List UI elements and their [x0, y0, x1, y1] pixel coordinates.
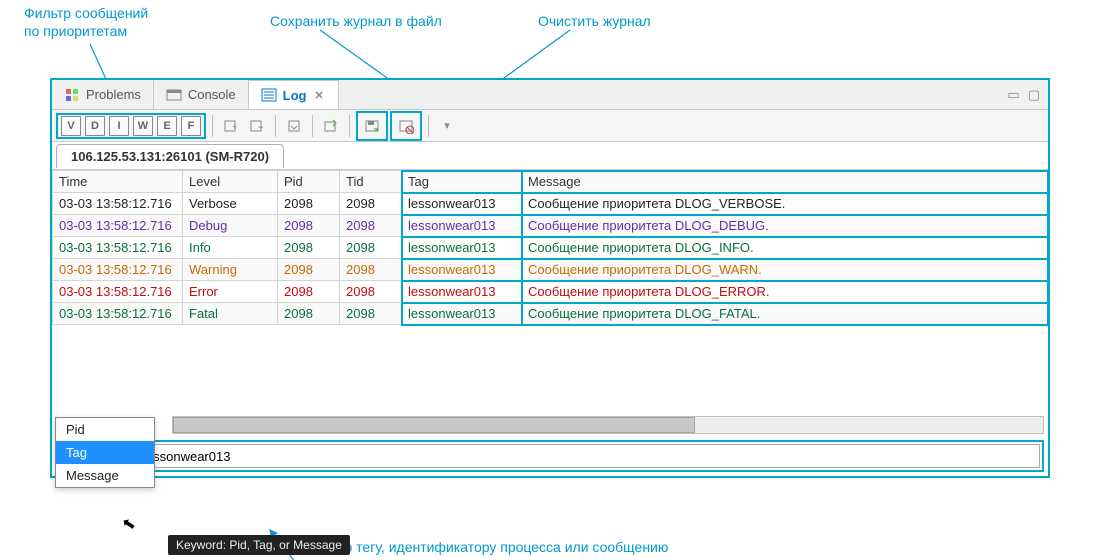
filter-info-button[interactable]: I [109, 116, 129, 136]
horizontal-scrollbar[interactable] [172, 416, 1044, 434]
svg-text:−: − [258, 122, 263, 132]
cell-time: 03-03 13:58:12.716 [53, 237, 183, 259]
log-table-header-row: Time Level Pid Tid Tag Message [53, 171, 1048, 193]
scroll-lock-button[interactable] [282, 114, 306, 138]
svg-text:+: + [232, 122, 237, 132]
cell-time: 03-03 13:58:12.716 [53, 303, 183, 325]
cell-time: 03-03 13:58:12.716 [53, 281, 183, 303]
cell-tag: lessonwear013 [402, 303, 522, 325]
cell-pid: 2098 [278, 237, 340, 259]
cell-tag: lessonwear013 [402, 215, 522, 237]
dropdown-item-tag[interactable]: Tag [56, 441, 154, 464]
cell-pid: 2098 [278, 193, 340, 215]
tab-console[interactable]: Console [154, 80, 249, 109]
problems-icon [64, 87, 80, 103]
cell-pid: 2098 [278, 281, 340, 303]
tab-log[interactable]: Log ✕ [249, 80, 339, 109]
cell-level: Error [183, 281, 278, 303]
cell-tag: lessonwear013 [402, 193, 522, 215]
cell-tid: 2098 [340, 259, 402, 281]
col-tag[interactable]: Tag [402, 171, 522, 193]
filter-warning-button[interactable]: W [133, 116, 153, 136]
filter-error-button[interactable]: E [157, 116, 177, 136]
priority-filter-group: V D I W E F [56, 113, 206, 139]
tab-console-label: Console [188, 87, 236, 102]
cell-tid: 2098 [340, 237, 402, 259]
cell-msg: Сообщение приоритета DLOG_INFO. [522, 237, 1048, 259]
console-icon [166, 87, 182, 103]
log-icon [261, 87, 277, 103]
cell-time: 03-03 13:58:12.716 [53, 259, 183, 281]
log-table: Time Level Pid Tid Tag Message 03-03 13:… [52, 170, 1048, 325]
tab-problems-label: Problems [86, 87, 141, 102]
col-time[interactable]: Time [53, 171, 183, 193]
cell-msg: Сообщение приоритета DLOG_ERROR. [522, 281, 1048, 303]
cell-tid: 2098 [340, 303, 402, 325]
filter-verbose-button[interactable]: V [61, 116, 81, 136]
cell-time: 03-03 13:58:12.716 [53, 215, 183, 237]
maximize-icon[interactable]: ▢ [1028, 87, 1040, 103]
view-menu-button[interactable]: ▾ [435, 114, 459, 138]
cell-level: Debug [183, 215, 278, 237]
tab-problems[interactable]: Problems [52, 80, 154, 109]
cell-tag: lessonwear013 [402, 237, 522, 259]
cell-tag: lessonwear013 [402, 259, 522, 281]
cell-pid: 2098 [278, 259, 340, 281]
col-message[interactable]: Message [522, 171, 1048, 193]
device-tab[interactable]: 106.125.53.131:26101 (SM-R720) [56, 144, 284, 169]
filter-keyword-input[interactable] [136, 444, 1040, 468]
cell-tag: lessonwear013 [402, 281, 522, 303]
filter-fatal-button[interactable]: F [181, 116, 201, 136]
cell-msg: Сообщение приоритета DLOG_FATAL. [522, 303, 1048, 325]
save-log-button[interactable] [360, 114, 384, 138]
table-row[interactable]: 03-03 13:58:12.716Fatal20982098lessonwea… [53, 303, 1048, 325]
cell-msg: Сообщение приоритета DLOG_VERBOSE. [522, 193, 1048, 215]
cell-msg: Сообщение приоритета DLOG_WARN. [522, 259, 1048, 281]
cell-tid: 2098 [340, 281, 402, 303]
minimize-icon[interactable]: ▭ [1007, 87, 1019, 103]
add-tab-button[interactable]: + [219, 114, 243, 138]
col-pid[interactable]: Pid [278, 171, 340, 193]
cell-level: Verbose [183, 193, 278, 215]
export-button[interactable] [319, 114, 343, 138]
dropdown-item-pid[interactable]: Pid [56, 418, 154, 441]
col-tid[interactable]: Tid [340, 171, 402, 193]
filter-tooltip: Keyword: Pid, Tag, or Message [168, 535, 350, 555]
log-table-area: Time Level Pid Tid Tag Message 03-03 13:… [52, 170, 1048, 398]
filter-field-dropdown: Pid Tag Message [55, 417, 155, 488]
cell-tid: 2098 [340, 193, 402, 215]
log-toolbar: V D I W E F + − ▾ [52, 110, 1048, 142]
device-tab-bar: 106.125.53.131:26101 (SM-R720) [52, 142, 1048, 170]
table-row[interactable]: 03-03 13:58:12.716Warning20982098lessonw… [53, 259, 1048, 281]
log-view-panel: Problems Console Log ✕ ▭ ▢ V D I W E F +… [50, 78, 1050, 478]
close-icon[interactable]: ✕ [312, 89, 325, 102]
table-row[interactable]: 03-03 13:58:12.716Debug20982098lessonwea… [53, 215, 1048, 237]
filter-bar: Tag ▾ [56, 440, 1044, 472]
save-log-button-box [356, 111, 388, 141]
cell-msg: Сообщение приоритета DLOG_DEBUG. [522, 215, 1048, 237]
cell-tid: 2098 [340, 215, 402, 237]
table-row[interactable]: 03-03 13:58:12.716Verbose20982098lessonw… [53, 193, 1048, 215]
remove-tab-button[interactable]: − [245, 114, 269, 138]
table-row[interactable]: 03-03 13:58:12.716Info20982098lessonwear… [53, 237, 1048, 259]
cell-level: Fatal [183, 303, 278, 325]
cell-time: 03-03 13:58:12.716 [53, 193, 183, 215]
table-row[interactable]: 03-03 13:58:12.716Error20982098lessonwea… [53, 281, 1048, 303]
filter-debug-button[interactable]: D [85, 116, 105, 136]
cell-level: Warning [183, 259, 278, 281]
cell-level: Info [183, 237, 278, 259]
col-level[interactable]: Level [183, 171, 278, 193]
clear-log-button-box [390, 111, 422, 141]
cell-pid: 2098 [278, 303, 340, 325]
view-tab-bar: Problems Console Log ✕ ▭ ▢ [52, 80, 1048, 110]
dropdown-item-message[interactable]: Message [56, 464, 154, 487]
cell-pid: 2098 [278, 215, 340, 237]
tab-log-label: Log [283, 88, 307, 103]
clear-log-button[interactable] [394, 114, 418, 138]
